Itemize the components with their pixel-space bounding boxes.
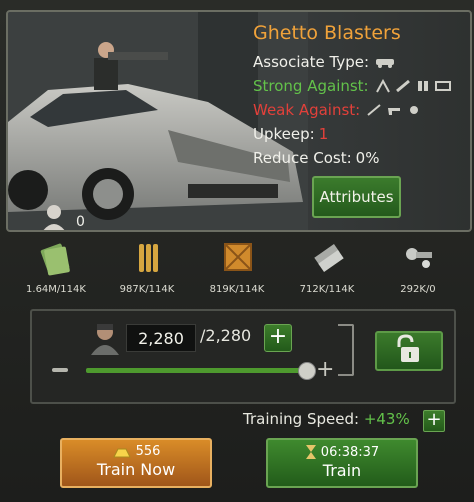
train-time: 06:38:37	[320, 444, 380, 460]
reduce-cost-label: Reduce Cost:	[253, 149, 352, 167]
weak-against-row: Weak Against:	[253, 98, 465, 122]
gun-unit-icon	[388, 108, 401, 115]
train-now-cost: 556	[135, 444, 161, 459]
quantity-slider-track[interactable]	[86, 368, 306, 373]
vehicle-type-icon	[376, 59, 395, 68]
resource-parts: 292K/0	[378, 236, 458, 295]
training-speed-boost-button[interactable]: +	[423, 410, 445, 432]
weak-against-label: Weak Against:	[253, 101, 361, 119]
resource-ammo: 987K/114K	[107, 236, 187, 295]
quantity-max: /2,280	[200, 326, 252, 345]
unlock-icon	[397, 334, 419, 362]
resource-crate: 819K/114K	[197, 236, 277, 295]
attributes-button[interactable]: Attributes	[312, 176, 401, 218]
unit-info: Ghetto Blasters Associate Type: Strong A…	[245, 22, 465, 170]
increase-button[interactable]: +	[264, 324, 292, 352]
bracket-divider	[338, 324, 354, 376]
cash-icon	[40, 243, 70, 276]
ammo-unit-icon	[417, 81, 428, 91]
training-speed-value: +43%	[363, 410, 410, 428]
metal-icon	[314, 244, 344, 272]
owned-count: 0	[76, 214, 85, 230]
train-now-button[interactable]: 556 Train Now	[60, 438, 212, 488]
barrier-unit-icon	[434, 81, 451, 91]
resource-parts-value: 292K/0	[400, 284, 436, 295]
associate-type-label: Associate Type:	[253, 53, 370, 71]
ammo-icon	[139, 244, 158, 272]
train-now-label: Train Now	[96, 460, 176, 479]
reduce-cost-row: Reduce Cost: 0%	[253, 146, 465, 170]
resource-ammo-value: 987K/114K	[119, 284, 175, 295]
slider-plus-button[interactable]: +	[316, 359, 334, 381]
drone-unit-icon	[410, 106, 419, 114]
resource-crate-value: 819K/114K	[209, 284, 265, 295]
strong-against-label: Strong Against:	[253, 77, 369, 95]
strong-against-row: Strong Against:	[253, 74, 465, 98]
resource-costs: 1.64M/114K 987K/114K 819K/114K 712K/114K…	[0, 236, 474, 298]
knife-unit-icon	[367, 104, 381, 116]
associate-type-row: Associate Type:	[253, 50, 465, 74]
crate-icon	[224, 243, 252, 271]
train-label: Train	[322, 461, 362, 480]
trainee-avatar-icon	[91, 324, 119, 355]
training-speed: Training Speed: +43%	[243, 410, 410, 428]
parts-icon	[406, 248, 432, 268]
reduce-cost-value: 0%	[355, 149, 380, 167]
unlock-button[interactable]	[375, 331, 443, 371]
train-button[interactable]: 06:38:37 Train	[266, 438, 418, 488]
rifle-unit-icon	[395, 79, 410, 93]
decrease-button[interactable]	[52, 368, 68, 372]
upkeep-row: Upkeep: 1	[253, 122, 465, 146]
resource-cash-value: 1.64M/114K	[26, 284, 86, 295]
quantity-slider-handle[interactable]	[298, 362, 316, 380]
gold-bars-icon	[112, 448, 131, 457]
associate-avatar-icon	[43, 205, 65, 230]
resource-metal: 712K/114K	[287, 236, 367, 295]
melee-unit-icon	[375, 79, 390, 93]
upkeep-value: 1	[318, 125, 329, 143]
resource-metal-value: 712K/114K	[299, 284, 355, 295]
hourglass-icon	[305, 445, 316, 459]
training-speed-label: Training Speed:	[243, 410, 360, 428]
quantity-input[interactable]: 2,280	[126, 324, 196, 352]
unit-name: Ghetto Blasters	[253, 22, 401, 44]
resource-cash: 1.64M/114K	[16, 236, 96, 295]
upkeep-label: Upkeep:	[253, 125, 315, 143]
